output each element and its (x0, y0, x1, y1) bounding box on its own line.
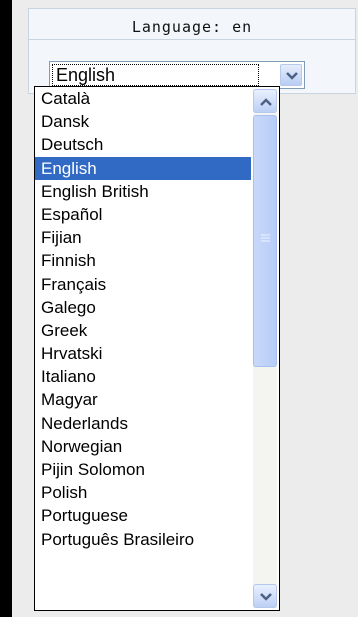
language-option[interactable]: Hrvatski (35, 342, 251, 365)
language-option[interactable]: Pijin Solomon (35, 458, 251, 481)
language-option[interactable]: Español (35, 203, 251, 226)
language-option[interactable]: Finnish (35, 249, 251, 272)
grip-icon (261, 234, 270, 242)
language-option[interactable]: Italiano (35, 365, 251, 388)
language-select-value: English (52, 64, 259, 86)
language-section: Language: en English (28, 8, 356, 94)
language-option[interactable]: Galego (35, 296, 251, 319)
language-option[interactable]: Norwegian (35, 435, 251, 458)
scroll-down-button[interactable] (253, 584, 277, 608)
chevron-down-icon (286, 72, 298, 80)
language-option[interactable]: Polish (35, 481, 251, 504)
window-edge (0, 0, 12, 617)
language-option[interactable]: Français (35, 273, 251, 296)
language-dropdown-list[interactable]: Català Dansk Deutsch English English British… (34, 86, 280, 611)
language-option[interactable]: Català (35, 87, 251, 110)
language-option[interactable]: Português Brasileiro (35, 528, 251, 551)
language-option[interactable]: Magyar (35, 388, 251, 411)
language-select[interactable]: English (49, 61, 305, 89)
chevron-up-icon (260, 98, 272, 106)
language-option[interactable]: Portuguese (35, 504, 251, 527)
language-option[interactable]: English British (35, 180, 251, 203)
dropdown-scrollbar[interactable] (253, 89, 277, 608)
language-option[interactable]: Fijian (35, 226, 251, 249)
select-dropdown-button[interactable] (280, 64, 302, 86)
language-options: Català Dansk Deutsch English English British… (35, 87, 251, 610)
language-option[interactable]: Nederlands (35, 412, 251, 435)
language-header: Language: en (29, 15, 355, 40)
language-option[interactable]: Greek (35, 319, 251, 342)
language-option[interactable]: English (35, 156, 251, 180)
chevron-down-icon (260, 593, 272, 601)
scrollbar-thumb[interactable] (253, 115, 277, 367)
scroll-up-button[interactable] (253, 89, 277, 113)
language-option[interactable]: Deutsch (35, 133, 251, 156)
language-option[interactable]: Dansk (35, 110, 251, 133)
